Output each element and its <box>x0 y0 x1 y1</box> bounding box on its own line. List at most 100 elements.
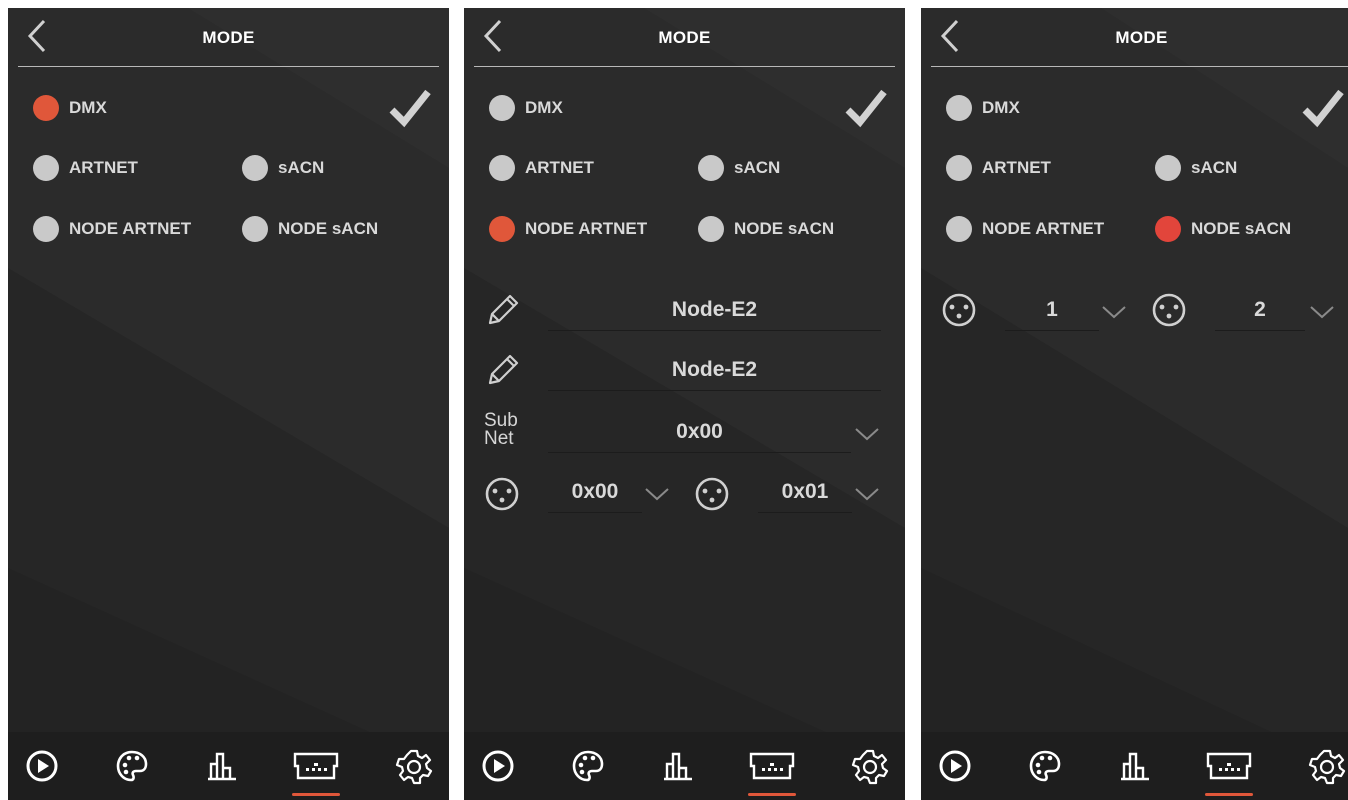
bar-chart-icon <box>202 746 242 786</box>
xlr-connector-icon <box>939 290 979 330</box>
radio-sacn[interactable]: sACN <box>698 154 780 182</box>
radio-node-artnet[interactable]: NODE ARTNET <box>33 215 191 243</box>
background-pattern <box>8 8 449 800</box>
radio-sacn[interactable]: sACN <box>242 154 324 182</box>
radio-dot <box>489 155 515 181</box>
radio-node-sacn[interactable]: NODE sACN <box>242 215 378 243</box>
gear-icon <box>850 746 890 786</box>
play-icon <box>935 746 975 786</box>
radio-artnet[interactable]: ARTNET <box>33 154 138 182</box>
tab-stats[interactable] <box>658 746 698 786</box>
palette-icon <box>112 746 152 786</box>
radio-label: ARTNET <box>982 158 1051 177</box>
header-divider <box>18 66 439 67</box>
radio-dmx[interactable]: DMX <box>946 94 1020 122</box>
tab-play[interactable] <box>478 746 518 786</box>
play-icon <box>478 746 518 786</box>
chevron-down-icon[interactable] <box>1309 304 1335 320</box>
radio-label: sACN <box>1191 158 1238 177</box>
chevron-down-icon[interactable] <box>854 486 880 502</box>
subnet-label-line2: Net <box>484 428 514 449</box>
radio-artnet[interactable]: ARTNET <box>489 154 594 182</box>
page-title: MODE <box>202 28 255 47</box>
bar-chart-icon <box>658 746 698 786</box>
radio-label: NODE sACN <box>734 219 835 238</box>
radio-dot <box>33 95 59 121</box>
xlr-connector-icon <box>482 474 522 514</box>
display-icon <box>1205 746 1253 786</box>
radio-label: NODE ARTNET <box>982 219 1105 238</box>
radio-dot <box>1155 155 1181 181</box>
node-name-field-1[interactable]: Node-E2 <box>548 290 881 331</box>
universe-select-1[interactable]: 0x00 <box>548 472 642 513</box>
radio-dot <box>946 155 972 181</box>
tab-play[interactable] <box>22 746 62 786</box>
active-tab-indicator <box>748 793 796 796</box>
background-pattern <box>464 8 905 800</box>
node-name-field-2[interactable]: Node-E2 <box>548 350 881 391</box>
radio-label: sACN <box>278 158 325 177</box>
xlr-connector-icon <box>692 474 732 514</box>
tab-display[interactable] <box>1205 746 1253 786</box>
radio-sacn[interactable]: sACN <box>1155 154 1237 182</box>
active-tab-indicator <box>1205 793 1253 796</box>
radio-label: DMX <box>525 98 563 117</box>
radio-node-sacn[interactable]: NODE sACN <box>698 215 834 243</box>
display-icon <box>748 746 796 786</box>
radio-label: NODE ARTNET <box>525 219 648 238</box>
checkmark-icon[interactable] <box>389 88 431 128</box>
radio-artnet[interactable]: ARTNET <box>946 154 1051 182</box>
palette-icon <box>1025 746 1065 786</box>
radio-dot <box>946 95 972 121</box>
radio-dot <box>242 216 268 242</box>
tab-display[interactable] <box>292 746 340 786</box>
bottom-tab-bar <box>464 732 905 800</box>
chevron-down-icon[interactable] <box>1101 304 1127 320</box>
page-title: MODE <box>658 28 711 47</box>
tab-settings[interactable] <box>1307 746 1347 786</box>
radio-label: sACN <box>734 158 781 177</box>
chevron-down-icon[interactable] <box>644 486 670 502</box>
bottom-tab-bar <box>921 732 1348 800</box>
radio-dmx[interactable]: DMX <box>33 94 107 122</box>
radio-dmx[interactable]: DMX <box>489 94 563 122</box>
tab-display[interactable] <box>748 746 796 786</box>
radio-dot <box>33 155 59 181</box>
play-icon <box>22 746 62 786</box>
xlr-connector-icon <box>1149 290 1189 330</box>
header: MODE <box>921 8 1348 68</box>
tab-palette[interactable] <box>1025 746 1065 786</box>
radio-node-artnet[interactable]: NODE ARTNET <box>489 215 647 243</box>
tab-palette[interactable] <box>112 746 152 786</box>
checkmark-icon[interactable] <box>845 88 887 128</box>
universe-select-1[interactable]: 1 <box>1005 290 1099 331</box>
radio-dot <box>946 216 972 242</box>
subnet-label: Sub Net <box>484 411 518 449</box>
active-tab-indicator <box>292 793 340 796</box>
tab-stats[interactable] <box>202 746 242 786</box>
radio-label: DMX <box>69 98 107 117</box>
tab-palette[interactable] <box>568 746 608 786</box>
display-icon <box>292 746 340 786</box>
bar-chart-icon <box>1115 746 1155 786</box>
radio-node-artnet[interactable]: NODE ARTNET <box>946 215 1104 243</box>
tab-settings[interactable] <box>394 746 434 786</box>
radio-node-sacn[interactable]: NODE sACN <box>1155 215 1291 243</box>
mode-panel-node-sacn: MODE DMX ARTNET sACN NODE ARTNET NODE sA… <box>921 8 1348 800</box>
radio-label: NODE sACN <box>1191 219 1292 238</box>
subnet-select[interactable]: 0x00 <box>548 412 851 453</box>
universe-select-2[interactable]: 2 <box>1215 290 1305 331</box>
checkmark-icon[interactable] <box>1302 88 1344 128</box>
tab-stats[interactable] <box>1115 746 1155 786</box>
tab-settings[interactable] <box>850 746 890 786</box>
radio-label: ARTNET <box>525 158 594 177</box>
bottom-tab-bar <box>8 732 449 800</box>
header: MODE <box>464 8 905 68</box>
radio-dot <box>489 216 515 242</box>
radio-dot <box>698 216 724 242</box>
tab-play[interactable] <box>935 746 975 786</box>
universe-select-2[interactable]: 0x01 <box>758 472 852 513</box>
pencil-icon <box>482 290 522 330</box>
chevron-down-icon[interactable] <box>854 426 880 442</box>
radio-label: NODE sACN <box>278 219 379 238</box>
